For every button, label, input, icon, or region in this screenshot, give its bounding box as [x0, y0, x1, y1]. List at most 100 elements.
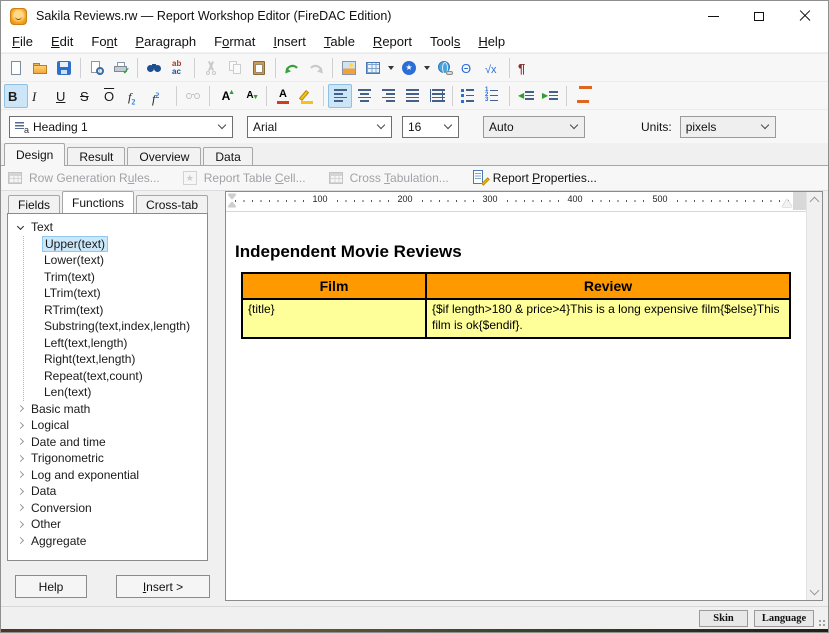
right-indent-marker[interactable] [782, 199, 792, 207]
menu-tools[interactable]: Tools [421, 32, 469, 51]
numbered-list-button[interactable]: 123 [481, 84, 505, 108]
overline-button[interactable]: O [100, 84, 124, 108]
bullet-list-button[interactable] [457, 84, 481, 108]
column-header-review[interactable]: Review [426, 273, 790, 299]
maximize-button[interactable] [736, 1, 782, 31]
cut-button[interactable] [199, 56, 223, 80]
help-button[interactable]: Help [15, 575, 87, 598]
tab-functions[interactable]: Functions [62, 191, 134, 213]
align-justify-button[interactable] [400, 84, 424, 108]
tree-node-upper[interactable]: Upper(text) [42, 236, 207, 253]
print-button[interactable]: ✓ [109, 56, 133, 80]
menu-table[interactable]: Table [315, 32, 364, 51]
shrink-font-button[interactable]: A▼ [238, 84, 262, 108]
symbol-button[interactable]: Θ [457, 56, 481, 80]
table-dropdown-caret[interactable] [388, 66, 394, 70]
find-button[interactable] [142, 56, 166, 80]
scroll-down-icon[interactable] [810, 586, 820, 596]
tab-fields[interactable]: Fields [8, 195, 60, 213]
insert-table-button[interactable] [361, 56, 385, 80]
superscript-button[interactable]: f2 [148, 84, 172, 108]
paragraph-style-combo[interactable]: Heading 1 [9, 116, 233, 138]
insert-image-button[interactable] [337, 56, 361, 80]
reading-view-button[interactable] [181, 84, 205, 108]
tree-node-basic-math[interactable]: Basic math [16, 401, 207, 418]
tree-node-right[interactable]: Right(text,length) [42, 351, 207, 368]
language-button[interactable]: Language [754, 610, 814, 627]
font-size-combo[interactable]: 16 [402, 116, 459, 138]
menu-paragraph[interactable]: Paragraph [126, 32, 205, 51]
increase-indent-button[interactable]: ▶ [538, 84, 562, 108]
underline-button[interactable]: U [52, 84, 76, 108]
row-generation-rules-button[interactable]: Row Generation Rules... [7, 170, 160, 186]
hyperlink-button[interactable] [433, 56, 457, 80]
tree-node-left[interactable]: Left(text,length) [42, 335, 207, 352]
tree-node-len[interactable]: Len(text) [42, 384, 207, 401]
units-combo[interactable]: pixels [680, 116, 776, 138]
insert-special-button[interactable]: ★ [397, 56, 421, 80]
align-right-button[interactable] [376, 84, 400, 108]
align-center-button[interactable] [352, 84, 376, 108]
font-color-button[interactable]: A [271, 84, 295, 108]
redo-button[interactable] [304, 56, 328, 80]
tree-node-data[interactable]: Data [16, 483, 207, 500]
italic-button[interactable]: I [28, 84, 52, 108]
strikethrough-button[interactable]: S [76, 84, 100, 108]
subscript-button[interactable]: f2 [124, 84, 148, 108]
tab-result[interactable]: Result [67, 147, 125, 166]
save-button[interactable] [52, 56, 76, 80]
cell-review[interactable]: {$if length>180 & price>4}This is a long… [426, 299, 790, 338]
tree-node-logical[interactable]: Logical [16, 417, 207, 434]
tab-data[interactable]: Data [203, 147, 252, 166]
new-document-button[interactable] [4, 56, 28, 80]
zoom-combo[interactable]: Auto [483, 116, 585, 138]
tree-node-log-exp[interactable]: Log and exponential [16, 467, 207, 484]
open-button[interactable] [28, 56, 52, 80]
minimize-button[interactable] [690, 1, 736, 31]
tree-node-repeat[interactable]: Repeat(text,count) [42, 368, 207, 385]
tree-node-trigonometric[interactable]: Trigonometric [16, 450, 207, 467]
vertical-scrollbar[interactable] [806, 192, 822, 600]
special-dropdown-caret[interactable] [424, 66, 430, 70]
left-indent-marker[interactable] [228, 194, 237, 210]
menu-format[interactable]: Format [205, 32, 264, 51]
close-button[interactable] [782, 1, 828, 31]
decrease-indent-button[interactable]: ◀ [514, 84, 538, 108]
print-preview-button[interactable] [85, 56, 109, 80]
tab-design[interactable]: Design [4, 143, 65, 166]
resize-grip[interactable] [818, 619, 826, 627]
align-left-button[interactable] [328, 84, 352, 108]
align-full-button[interactable] [424, 84, 448, 108]
highlight-button[interactable] [295, 84, 319, 108]
report-table[interactable]: Film Review {title} {$if length>180 & pr… [241, 272, 791, 339]
tab-overview[interactable]: Overview [127, 147, 201, 166]
menu-file[interactable]: File [3, 32, 42, 51]
tree-node-rtrim[interactable]: RTrim(text) [42, 302, 207, 319]
tree-node-text[interactable]: Text [16, 219, 207, 236]
copy-button[interactable] [223, 56, 247, 80]
grow-font-button[interactable]: A▲ [214, 84, 238, 108]
report-table-cell-button[interactable]: ★ Report Table Cell... [182, 170, 306, 186]
column-header-film[interactable]: Film [242, 273, 426, 299]
tree-node-lower[interactable]: Lower(text) [42, 252, 207, 269]
show-paragraph-marks-button[interactable]: ¶ [514, 56, 538, 80]
cross-tabulation-button[interactable]: Cross Tabulation... [328, 170, 449, 186]
menu-report[interactable]: Report [364, 32, 421, 51]
tree-node-conversion[interactable]: Conversion [16, 500, 207, 517]
report-properties-button[interactable]: Report Properties... [471, 170, 597, 186]
cell-film[interactable]: {title} [242, 299, 426, 338]
paste-button[interactable] [247, 56, 271, 80]
bold-button[interactable]: B [4, 84, 28, 108]
tree-node-other[interactable]: Other [16, 516, 207, 533]
scroll-up-icon[interactable] [810, 197, 820, 207]
tab-cross-tab[interactable]: Cross-tab [136, 195, 208, 213]
tree-node-substring[interactable]: Substring(text,index,length) [42, 318, 207, 335]
document-page[interactable]: Independent Movie Reviews Film Review {t… [226, 212, 806, 600]
menu-insert[interactable]: Insert [264, 32, 315, 51]
replace-button[interactable]: abac [166, 56, 190, 80]
horizontal-ruler[interactable]: 100 200 300 400 500 [226, 192, 806, 212]
insert-function-button[interactable]: Insert > [116, 575, 210, 598]
tree-node-ltrim[interactable]: LTrim(text) [42, 285, 207, 302]
menu-font[interactable]: Font [82, 32, 126, 51]
menu-edit[interactable]: Edit [42, 32, 82, 51]
